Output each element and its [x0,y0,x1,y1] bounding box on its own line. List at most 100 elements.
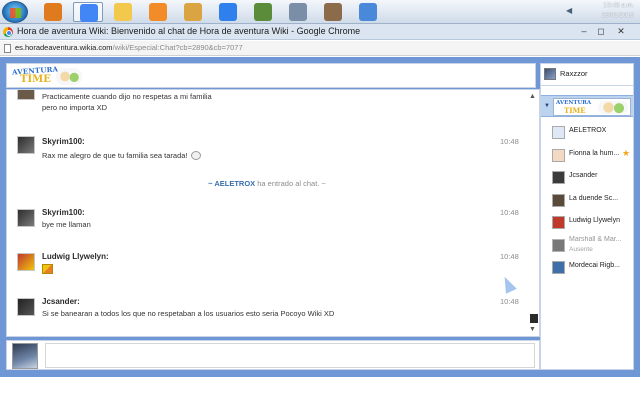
collapse-arrow-icon[interactable]: ▼ [544,103,550,109]
taskbar: ◀ 10:48 a.m. 26/01/2013 [0,0,640,24]
taskbar-app-button[interactable] [178,2,208,22]
message-text: pero no importa XD [42,103,108,112]
folder-icon [114,3,132,21]
scrollbar-thumb[interactable] [530,314,538,323]
user-avatar[interactable] [17,209,35,227]
url-text[interactable]: es.horadeaventura.wikia.com/wiki/Especia… [15,43,243,52]
user-name: AELETROX [569,127,607,134]
current-user-avatar [544,68,556,80]
taskbar-app-button[interactable] [248,2,278,22]
user-list-item[interactable]: Mordecai Rigb... [541,257,633,279]
user-list-sidebar: Raxzzor ▼ AVENTURA TIME AELETROX Fionna l… [540,63,634,370]
url-path: /wiki/Especial:Chat?cb=2890&cb=7077 [112,43,243,52]
address-bar[interactable]: es.horadeaventura.wikia.com/wiki/Especia… [0,41,640,56]
taskbar-app-button[interactable] [283,2,313,22]
user-avatar [552,238,565,252]
close-button[interactable]: ✕ [614,25,628,38]
message-text: Rax me alegro de que tu familia sea tara… [42,151,201,160]
message-text: bye me llaman [42,220,91,229]
star-icon: ★ [622,147,631,158]
taskbar-app-button[interactable] [108,2,138,22]
user-name: Ludwig Llywelyn [569,217,620,224]
user-list-item[interactable]: Ludwig Llywelyn [541,212,633,234]
user-avatar[interactable] [17,90,35,100]
room-logo: AVENTURA TIME [553,98,631,116]
message-text: Practicamente cuando dijo no respetas a … [42,92,212,101]
user-list-item[interactable]: Fionna la hum... ★ [541,145,633,167]
message-username[interactable]: Jcsander: [42,297,80,306]
user-name: Fionna la hum... [569,149,620,157]
user-avatar [552,126,565,139]
scroll-down-icon[interactable]: ▼ [529,326,536,333]
user-list-item[interactable]: AELETROX [541,122,633,144]
clock-date: 26/01/2013 [601,12,634,19]
user-avatar[interactable] [17,298,35,316]
user-list-item[interactable]: Jcsander [541,167,633,189]
minimize-button[interactable]: – [577,25,591,38]
user-name: Mordecai Rigb... [569,262,620,269]
user-avatar [552,148,565,162]
taskbar-app-button[interactable] [353,2,383,22]
chrome-icon [80,4,98,22]
logo-characters-icon [56,68,82,85]
game-controller-icon [184,3,202,21]
clock-time: 10:48 a.m. [603,2,634,9]
chat-message-input[interactable] [45,343,535,368]
my-avatar [12,343,38,369]
user-avatar[interactable] [17,136,35,154]
system-clock[interactable]: 10:48 a.m. 26/01/2013 [601,1,634,21]
window-title: Hora de aventura Wiki: Bienvenido al cha… [17,26,361,36]
half-life-icon [44,3,62,21]
message-username[interactable]: Skyrim100: [42,208,85,217]
page-bottom [0,377,640,401]
chat-messages[interactable]: Practicamente cuando dijo no respetas a … [6,89,540,337]
user-avatar [552,171,565,184]
maximize-button[interactable]: ◻ [594,25,608,38]
page-icon [4,44,11,53]
user-avatar[interactable] [17,253,35,271]
room-logo-text-bottom: TIME [564,106,586,115]
control-panel-icon [359,3,377,21]
chrome-favicon-icon [3,27,13,37]
user-name: Marshall & Mar... [569,235,622,243]
taskbar-app-button[interactable] [213,2,243,22]
current-user[interactable]: Raxzzor [541,64,633,86]
taskbar-app-button[interactable] [73,2,103,22]
emoticon-image-icon [42,264,53,274]
url-domain: es.horadeaventura.wikia.com [15,43,113,52]
join-username[interactable]: ~ AELETROX [208,179,255,188]
emoticon-icon [190,151,201,160]
tray-expand-icon[interactable]: ◀ [566,6,572,15]
user-list-item[interactable]: La duende Sc... [541,190,633,212]
scroll-up-icon[interactable]: ▲ [529,93,536,100]
user-avatar [552,261,565,274]
media-player-icon [149,3,167,21]
user-avatar [552,216,565,229]
message-text-content: Rax me alegro de que tu familia sea tara… [42,151,188,160]
message-username[interactable]: Ludwig Llywelyn: [42,252,109,261]
message-time: 10:48 [500,208,519,217]
taskbar-app-button[interactable] [143,2,173,22]
minecraft-icon [254,3,272,21]
user-list-item[interactable]: Marshall & Mar... Ausente [541,235,633,257]
message-time: 10:48 [500,252,519,261]
window-app-icon [289,3,307,21]
books-icon [324,3,342,21]
taskbar-app-button[interactable] [38,2,68,22]
logo-text-bottom: TIME [20,74,51,85]
wiki-logo[interactable]: AVENTURA TIME [10,64,86,87]
user-name: Jcsander [569,172,598,179]
chat-input-row [6,340,540,370]
taskbar-app-button[interactable] [318,2,348,22]
user-name: La duende Sc... [569,194,619,202]
start-button[interactable] [2,1,28,23]
join-text: ha entrado al chat. ~ [255,179,326,188]
message-time: 10:48 [500,297,519,306]
room-logo-characters-icon [598,101,628,114]
current-user-name: Raxzzor [560,69,588,78]
message-text: Si se banearan a todos los que no respet… [42,309,335,318]
message-username[interactable]: Skyrim100: [42,137,85,146]
message-time: 10:48 [500,137,519,146]
chat-room-tab[interactable]: ▼ AVENTURA TIME [541,95,633,117]
user-status: Ausente [569,245,593,253]
